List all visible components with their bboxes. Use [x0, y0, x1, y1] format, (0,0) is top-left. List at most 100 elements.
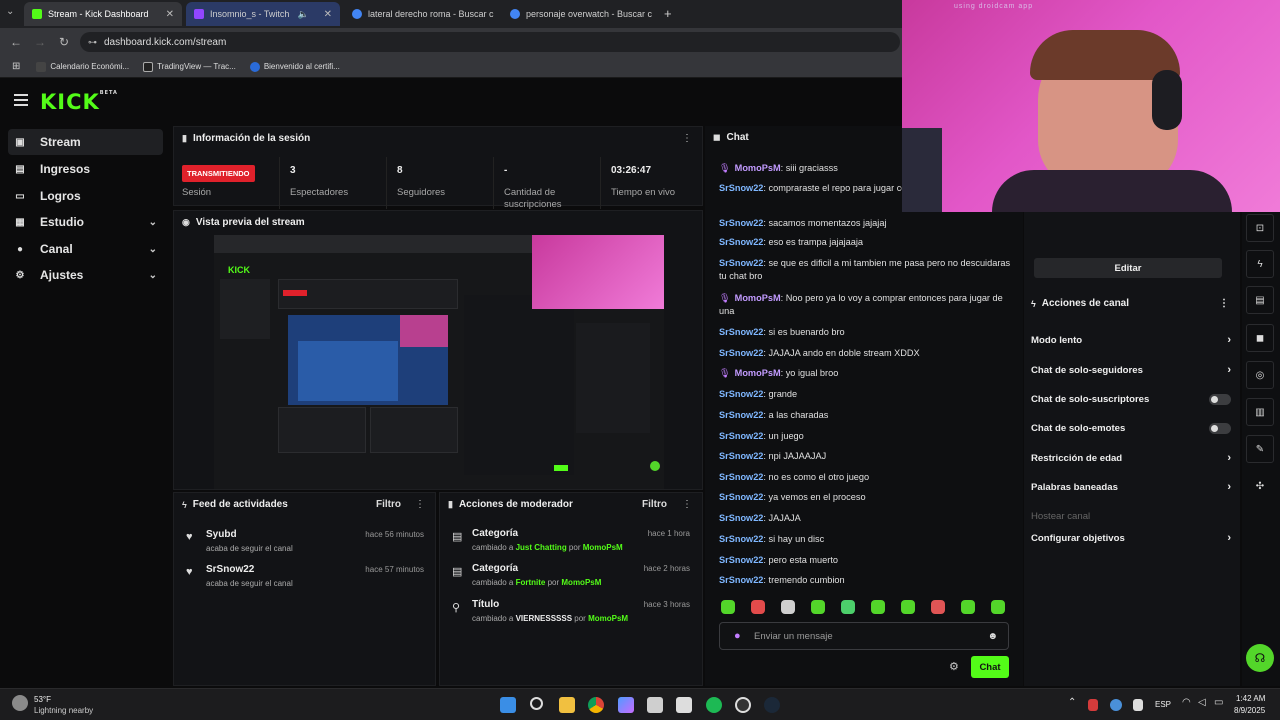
chat-username[interactable]: SrSnow22	[719, 327, 763, 337]
more-options-icon[interactable]: ⋮	[682, 133, 692, 144]
sidebar-item-ajustes[interactable]: ⚙ Ajustes ⌄	[8, 262, 163, 288]
chat-username[interactable]: SrSnow22	[719, 237, 763, 247]
emoji-icon[interactable]: ☻	[987, 631, 998, 642]
channel-action-item[interactable]: Restricción de edad ›	[1031, 448, 1231, 468]
search-icon[interactable]	[530, 697, 543, 710]
new-tab-button[interactable]: +	[664, 6, 672, 21]
tab-kick-dashboard[interactable]: Stream - Kick Dashboard ✕	[24, 2, 182, 26]
emote-icon[interactable]	[931, 600, 945, 614]
channel-action-item[interactable]: Chat de solo-suscriptores	[1031, 389, 1231, 409]
tray-chevron-icon[interactable]: ⌃	[1068, 697, 1076, 708]
filter-button[interactable]: Filtro	[642, 499, 667, 510]
more-options-icon[interactable]: ⋮	[415, 499, 425, 510]
chat-username[interactable]: SrSnow22	[719, 389, 763, 399]
chat-username[interactable]: MomoPsM	[735, 368, 781, 378]
emote-icon[interactable]	[901, 600, 915, 614]
site-info-icon[interactable]: ⊶	[88, 37, 97, 48]
rail-settings-icon[interactable]: ✣	[1246, 472, 1274, 500]
rail-lightning-icon[interactable]: ϟ	[1246, 250, 1274, 278]
emote-icon[interactable]	[961, 600, 975, 614]
chat-username[interactable]: SrSnow22	[719, 575, 763, 585]
emote-icon[interactable]	[811, 600, 825, 614]
toggle-switch[interactable]	[1209, 393, 1231, 405]
more-options-icon[interactable]: ⋮	[682, 499, 692, 510]
emote-icon[interactable]	[841, 600, 855, 614]
chat-username[interactable]: SrSnow22	[719, 513, 763, 523]
chat-send-button[interactable]: Chat	[971, 656, 1009, 678]
chat-username[interactable]: SrSnow22	[719, 472, 763, 482]
tab-twitch[interactable]: Insomnio_s - Twitch 🔈 ✕	[186, 2, 340, 26]
toggle-switch[interactable]	[1209, 422, 1231, 434]
channel-action-item[interactable]: Palabras baneadas ›	[1031, 477, 1231, 497]
chat-settings-icon[interactable]: ⚙	[949, 660, 959, 673]
bookmark-tradingview[interactable]: TradingView — Trac...	[143, 61, 236, 72]
edit-button[interactable]: Editar	[1034, 258, 1222, 278]
kick-logo[interactable]: KICKBETA	[40, 90, 118, 114]
wifi-icon[interactable]: ◠	[1182, 697, 1191, 708]
weather-temp[interactable]: 53°F	[34, 695, 51, 704]
rail-qr-icon[interactable]: ⊡	[1246, 214, 1274, 242]
chat-username[interactable]: MomoPsM	[735, 163, 781, 173]
chat-username[interactable]: SrSnow22	[719, 431, 763, 441]
chat-username[interactable]: SrSnow22	[719, 258, 763, 268]
chat-username[interactable]: SrSnow22	[719, 451, 763, 461]
reload-icon[interactable]: ↻	[52, 35, 76, 49]
tab-search-roma[interactable]: lateral derecho roma - Buscar c ✕	[344, 2, 496, 26]
file-explorer-icon[interactable]	[559, 697, 575, 713]
weather-icon[interactable]	[12, 695, 28, 711]
chat-username[interactable]: SrSnow22	[719, 183, 763, 193]
chat-username[interactable]: MomoPsM	[735, 293, 781, 303]
volume-icon[interactable]: ◁	[1198, 697, 1206, 708]
sidebar-item-ingresos[interactable]: ▤ Ingresos	[8, 156, 163, 182]
chat-username[interactable]: SrSnow22	[719, 534, 763, 544]
filter-button[interactable]: Filtro	[376, 499, 401, 510]
language-indicator[interactable]: ESP	[1155, 700, 1171, 709]
emote-icon[interactable]	[721, 600, 735, 614]
chat-input[interactable]: ● Enviar un mensaje ☻	[719, 622, 1009, 650]
close-icon[interactable]: ✕	[318, 9, 332, 20]
battery-icon[interactable]: ▭	[1214, 697, 1223, 708]
action-user[interactable]: MomoPsM	[583, 543, 623, 552]
chat-username[interactable]: SrSnow22	[719, 555, 763, 565]
sidebar-item-estudio[interactable]: ▦ Estudio ⌄	[8, 209, 163, 235]
emote-icon[interactable]	[751, 600, 765, 614]
rail-document-icon[interactable]: ▤	[1246, 286, 1274, 314]
sidebar-item-logros[interactable]: ▭ Logros	[8, 183, 163, 209]
support-icon[interactable]: ☊	[1246, 644, 1274, 672]
tab-search-overwatch[interactable]: personaje overwatch - Buscar c ✕	[502, 2, 654, 26]
chat-username[interactable]: SrSnow22	[719, 410, 763, 420]
tab-search-button[interactable]: ⌄	[6, 6, 14, 17]
copilot-icon[interactable]	[618, 697, 634, 713]
emote-icon[interactable]	[991, 600, 1005, 614]
activity-user[interactable]: Syubd	[206, 529, 237, 540]
close-icon[interactable]: ✕	[494, 9, 496, 20]
rail-broadcast-icon[interactable]: ◎	[1246, 361, 1274, 389]
chat-username[interactable]: SrSnow22	[719, 348, 763, 358]
action-user[interactable]: MomoPsM	[561, 578, 601, 587]
emote-icon[interactable]	[781, 600, 795, 614]
steam-icon[interactable]	[764, 697, 780, 713]
chat-username[interactable]: SrSnow22	[719, 492, 763, 502]
mic-icon[interactable]: ●	[734, 630, 741, 642]
channel-action-item[interactable]: Chat de solo-emotes	[1031, 418, 1231, 438]
stream-preview-video[interactable]: KICK	[214, 235, 664, 489]
emote-icon[interactable]	[871, 600, 885, 614]
sidebar-item-stream[interactable]: ▣ Stream	[8, 129, 163, 155]
clock-date[interactable]: 8/9/2025	[1234, 706, 1265, 715]
action-user[interactable]: MomoPsM	[588, 614, 628, 623]
start-icon[interactable]	[500, 697, 516, 713]
tray-app-icon[interactable]	[1133, 699, 1143, 711]
spotify-icon[interactable]	[706, 697, 722, 713]
back-icon[interactable]: ←	[4, 35, 28, 49]
clock-time[interactable]: 1:42 AM	[1236, 694, 1265, 703]
tray-app-icon[interactable]	[1110, 699, 1122, 711]
bookmark-certificado[interactable]: Bienvenido al certifi...	[249, 61, 340, 72]
rail-chat-icon[interactable]: ◼	[1246, 324, 1274, 352]
sidebar-item-canal[interactable]: ● Canal ⌄	[8, 236, 163, 262]
channel-action-item[interactable]: Configurar objetivos ›	[1031, 528, 1231, 548]
url-bar[interactable]: ⊶ dashboard.kick.com/stream	[80, 32, 900, 52]
menu-icon[interactable]	[14, 94, 28, 106]
rail-layout-icon[interactable]: ▥	[1246, 398, 1274, 426]
chat-username[interactable]: SrSnow22	[719, 218, 763, 228]
store-icon[interactable]	[676, 697, 692, 713]
